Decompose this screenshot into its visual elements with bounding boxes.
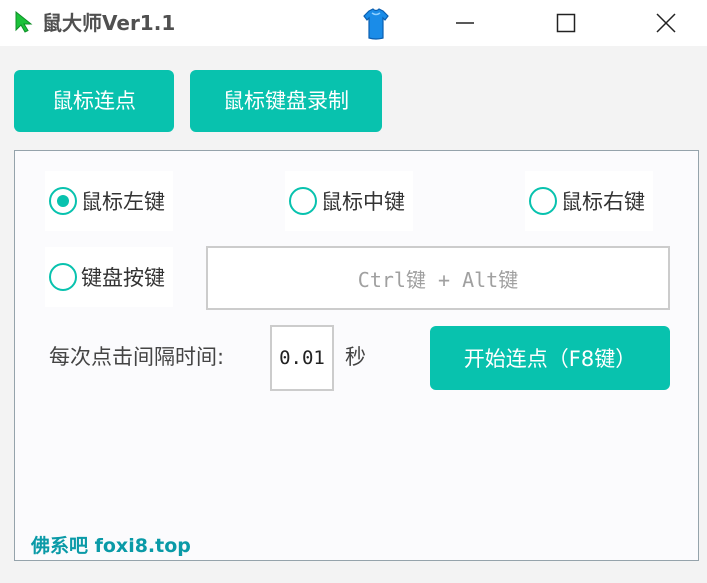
radio-label: 鼠标中键 <box>321 190 405 214</box>
title-bar[interactable]: 鼠大师Ver1.1 <box>0 0 707 46</box>
radio-label: 键盘按键 <box>81 266 165 290</box>
window-client-area: 鼠标连点 鼠标键盘录制 鼠标左键 鼠标中键 鼠标右键 键盘按键 每次点击间隔时间… <box>0 46 707 583</box>
maximize-icon <box>556 13 576 33</box>
radio-mouse-right[interactable]: 鼠标右键 <box>525 171 653 231</box>
radio-unchecked-icon <box>529 187 557 215</box>
start-autoclick-button[interactable]: 开始连点（F8键） <box>430 326 670 390</box>
radio-unchecked-icon <box>289 187 317 215</box>
minimize-button[interactable] <box>440 0 490 46</box>
radio-mouse-middle[interactable]: 鼠标中键 <box>285 171 413 231</box>
hotkey-input[interactable] <box>206 246 670 310</box>
close-button[interactable] <box>641 0 691 46</box>
cursor-arrow-icon <box>15 11 33 33</box>
close-icon <box>656 13 676 33</box>
radio-checked-icon <box>49 187 77 215</box>
minimize-icon <box>456 22 474 24</box>
radio-label: 鼠标左键 <box>81 190 165 214</box>
interval-label: 每次点击间隔时间: <box>49 345 225 369</box>
shirt-icon <box>363 8 389 40</box>
footer-website-link[interactable]: 佛系吧 foxi8.top <box>31 531 191 558</box>
autoclick-panel: 鼠标左键 鼠标中键 鼠标右键 键盘按键 每次点击间隔时间: 秒 开始连点（F8键… <box>14 150 699 561</box>
tab-mouse-autoclick[interactable]: 鼠标连点 <box>14 70 174 132</box>
radio-label: 鼠标右键 <box>561 190 645 214</box>
maximize-button[interactable] <box>541 0 591 46</box>
tab-mouse-keyboard-record[interactable]: 鼠标键盘录制 <box>190 70 382 132</box>
radio-unchecked-icon <box>49 263 77 291</box>
interval-input[interactable] <box>270 325 334 391</box>
interval-unit-label: 秒 <box>345 345 366 369</box>
radio-keyboard-key[interactable]: 键盘按键 <box>45 247 173 307</box>
window-title: 鼠大师Ver1.1 <box>42 11 176 35</box>
radio-mouse-left[interactable]: 鼠标左键 <box>45 171 173 231</box>
